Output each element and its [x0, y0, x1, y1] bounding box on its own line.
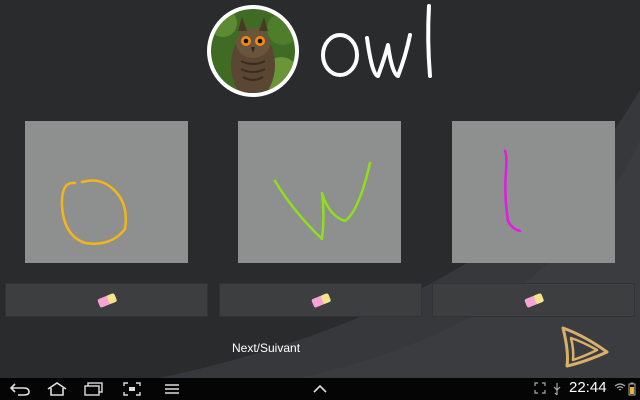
screenshot-icon[interactable]: [120, 381, 144, 397]
chevron-up-icon[interactable]: [308, 381, 332, 397]
home-icon[interactable]: [45, 381, 69, 397]
eraser-button-1[interactable]: [5, 283, 208, 317]
header-word-handwritten: [321, 4, 432, 78]
next-label[interactable]: Next/Suivant: [232, 341, 300, 355]
battery-icon: [628, 382, 636, 396]
eraser-icon: [311, 293, 331, 308]
eraser-icon: [97, 293, 117, 308]
system-navbar: 22:44: [0, 378, 640, 400]
drawing-canvas-3[interactable]: l: [452, 121, 615, 263]
drawing-canvas-1[interactable]: o: [25, 121, 188, 263]
usb-icon: [553, 383, 561, 396]
status-clock: 22:44: [569, 379, 607, 396]
back-icon[interactable]: [8, 381, 32, 397]
recent-apps-icon[interactable]: [82, 381, 106, 397]
drawing-canvas-2[interactable]: w: [238, 121, 401, 263]
menu-icon[interactable]: [160, 381, 184, 397]
eraser-icon: [524, 293, 544, 308]
fullscreen-icon: [534, 382, 546, 394]
wifi-icon: [614, 383, 626, 391]
owl-photo: [207, 5, 299, 97]
eraser-button-2[interactable]: [219, 283, 422, 317]
play-arrow-icon[interactable]: [555, 322, 613, 372]
eraser-button-3[interactable]: [432, 283, 635, 317]
